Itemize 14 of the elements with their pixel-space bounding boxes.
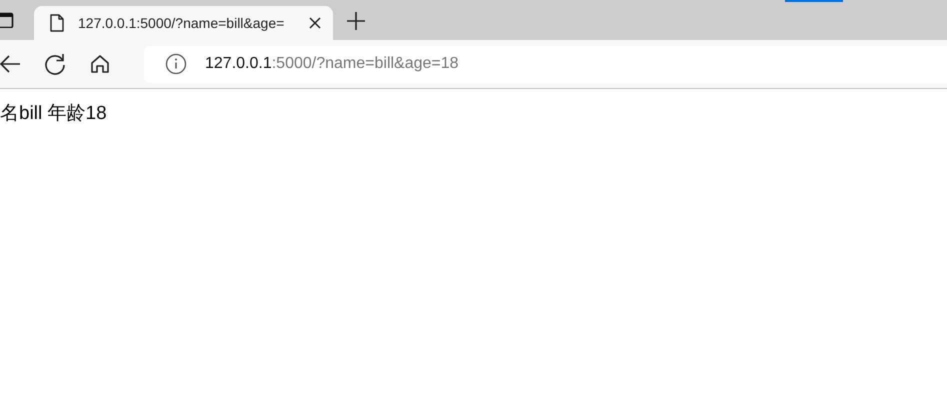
close-icon[interactable]	[309, 17, 321, 29]
new-tab-icon[interactable]	[347, 12, 365, 30]
info-icon[interactable]	[165, 53, 187, 75]
back-icon[interactable]	[0, 55, 20, 73]
window-icon[interactable]	[0, 12, 14, 28]
home-icon[interactable]	[90, 54, 110, 74]
window-accent	[785, 0, 843, 2]
tab-title: 127.0.0.1:5000/?name=bill&age=	[78, 15, 286, 31]
browser-tab[interactable]: 127.0.0.1:5000/?name=bill&age=	[34, 6, 333, 40]
page-text: 名bill 年龄18	[0, 102, 108, 126]
reload-icon[interactable]	[44, 53, 66, 75]
address-bar[interactable]: 127.0.0.1:5000/?name=bill&age=18	[144, 46, 947, 82]
url-text: 127.0.0.1:5000/?name=bill&age=18	[205, 55, 459, 73]
document-icon	[50, 14, 64, 32]
